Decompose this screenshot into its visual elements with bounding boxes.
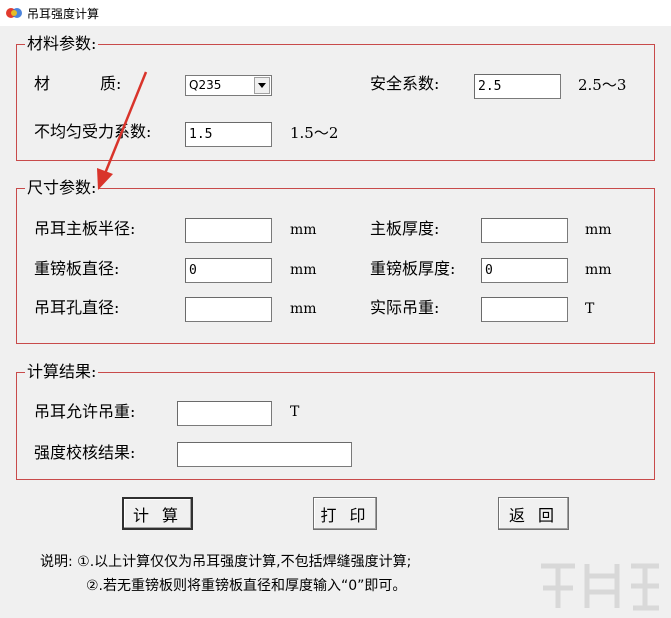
safety-factor-input[interactable]: 2.5 [474,74,561,99]
main-thickness-input[interactable] [481,218,568,243]
main-thickness-unit: mm [585,222,612,238]
material-group-legend: 材料参数: [25,34,99,54]
uneven-factor-range: 1.5～2 [290,124,339,142]
pad-diameter-label: 重镑板直径: [34,259,120,278]
pad-diameter-unit: mm [290,262,317,278]
note-line-2: ②.若无重镑板则将重镑板直径和厚度输入“0”即可。 [86,578,407,594]
result-group-legend: 计算结果: [25,362,99,382]
actual-load-input[interactable] [481,297,568,322]
hole-diameter-input[interactable] [185,297,272,322]
size-group-legend: 尺寸参数: [25,178,99,198]
safety-factor-label: 安全系数: [370,74,440,93]
material-label-first: 材 [34,74,51,93]
watermark-logo-icon [541,563,659,611]
check-result-label: 强度校核结果: [34,443,136,462]
check-result-output[interactable] [177,442,352,467]
window-title: 吊耳强度计算 [27,7,100,21]
pad-diameter-input[interactable]: 0 [185,258,272,283]
pad-thickness-unit: mm [585,262,612,278]
material-group: 材料参数: [16,34,655,161]
uneven-factor-input[interactable]: 1.5 [185,122,272,147]
pad-thickness-input[interactable]: 0 [481,258,568,283]
allowed-load-unit: T [290,404,300,420]
allowed-load-output[interactable] [177,401,272,426]
note-line-1: 说明: ①.以上计算仅仅为吊耳强度计算,不包括焊缝强度计算; [40,554,412,570]
safety-factor-range: 2.5～3 [578,76,627,94]
app-window: 吊耳强度计算 材料参数: 材 质: Q235 安全系数: 2.5 2.5～3 不… [0,0,671,618]
main-radius-label: 吊耳主板半径: [34,219,136,238]
print-button[interactable]: 打 印 [313,497,377,530]
uneven-factor-label: 不均匀受力系数: [34,122,152,141]
actual-load-unit: T [585,301,595,317]
main-thickness-label: 主板厚度: [370,219,440,238]
material-label-second: 质: [100,74,122,93]
hole-diameter-label: 吊耳孔直径: [34,298,120,317]
back-button[interactable]: 返 回 [498,497,569,530]
calculate-button[interactable]: 计 算 [122,497,193,530]
material-select-value: Q235 [189,78,222,92]
allowed-load-label: 吊耳允许吊重: [34,402,136,421]
actual-load-label: 实际吊重: [370,298,440,317]
main-radius-unit: mm [290,222,317,238]
pad-thickness-label: 重镑板厚度: [370,259,456,278]
app-logo-icon [6,8,22,18]
title-bar[interactable]: 吊耳强度计算 [0,0,671,26]
hole-diameter-unit: mm [290,301,317,317]
main-radius-input[interactable] [185,218,272,243]
chevron-down-icon[interactable] [254,77,270,94]
material-select[interactable]: Q235 [185,75,272,96]
